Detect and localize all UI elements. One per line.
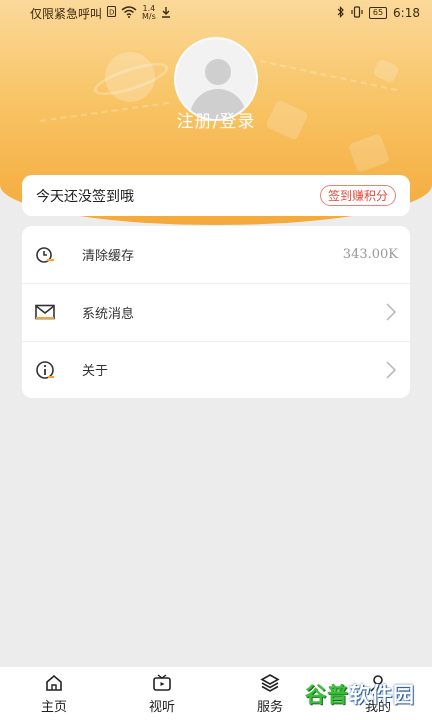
- menu-item-label: 清除缓存: [82, 249, 135, 265]
- menu-item-about[interactable]: 关于: [22, 340, 410, 398]
- video-icon: [153, 674, 171, 691]
- menu-item-clear-cache[interactable]: 清除缓存 343.00K: [22, 226, 410, 283]
- tab-home[interactable]: 主页: [0, 667, 108, 720]
- cache-size: 343.00K: [342, 247, 398, 263]
- download-icon: [161, 6, 171, 21]
- menu-item-system-messages[interactable]: 系统消息: [22, 283, 410, 340]
- tab-media[interactable]: 视听: [108, 667, 216, 720]
- vibrate-icon: [351, 5, 363, 21]
- carrier-text: 仅限紧急呼叫: [30, 6, 103, 21]
- svg-text:D: D: [109, 9, 114, 17]
- home-icon: [46, 674, 62, 691]
- battery-indicator: 65: [368, 7, 388, 19]
- status-bar: 仅限紧急呼叫 D 1.4 M/s 65 6:18: [0, 0, 432, 26]
- layers-icon: [260, 674, 280, 692]
- sign-in-prompt: 今天还没签到哦: [36, 188, 134, 205]
- chevron-right-icon: [384, 301, 398, 323]
- register-login-link[interactable]: 注册/登录: [0, 107, 432, 132]
- clock: 6:18: [393, 6, 420, 20]
- card-decoration: [347, 133, 391, 173]
- sign-in-button[interactable]: 签到赚积分: [319, 185, 396, 206]
- bluetooth-icon: [337, 5, 345, 21]
- sign-in-card: 今天还没签到哦 签到赚积分: [22, 175, 410, 216]
- sim-icon: D: [107, 6, 117, 20]
- info-icon: [34, 359, 56, 381]
- tab-label: 视听: [148, 700, 175, 715]
- mail-icon: [34, 301, 56, 323]
- chevron-right-icon: [384, 359, 398, 381]
- menu-item-label: 系统消息: [82, 306, 135, 322]
- card-decoration: [372, 58, 400, 84]
- site-watermark: 谷普 软件园: [305, 683, 415, 707]
- net-speed: 1.4 M/s: [142, 4, 156, 21]
- wifi-icon: [121, 5, 137, 21]
- settings-menu: 清除缓存 343.00K 系统消息 关于: [22, 226, 410, 398]
- tab-label: 主页: [40, 700, 67, 715]
- menu-item-label: 关于: [82, 364, 109, 380]
- tab-label: 服务: [256, 700, 283, 715]
- clear-cache-icon: [34, 244, 56, 266]
